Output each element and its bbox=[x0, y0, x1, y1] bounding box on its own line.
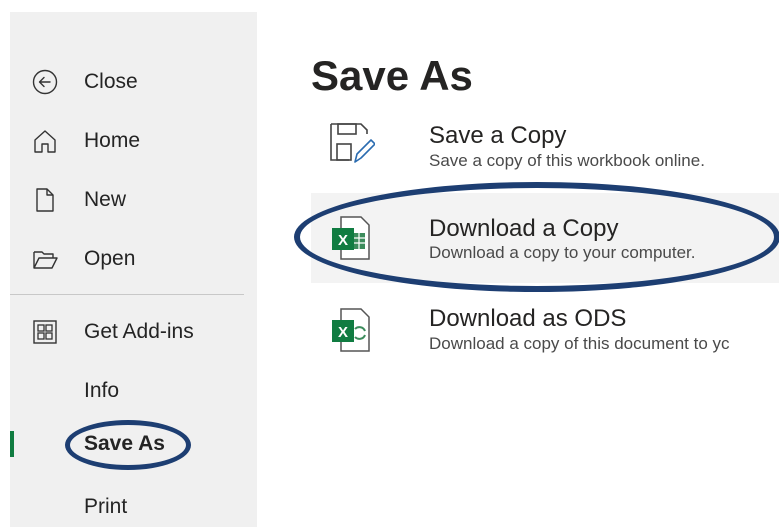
option-description: Save a copy of this workbook online. bbox=[429, 151, 705, 170]
page-title: Save As bbox=[311, 52, 473, 99]
add-ins-grid-icon bbox=[30, 317, 60, 347]
nav-item-new[interactable]: New bbox=[10, 177, 257, 223]
nav-label-close: Close bbox=[84, 70, 138, 93]
nav-item-open[interactable]: Open bbox=[10, 236, 257, 282]
new-document-icon bbox=[30, 185, 60, 215]
home-icon bbox=[30, 126, 60, 156]
nav-label-info: Info bbox=[84, 379, 120, 402]
option-title: Download as ODS bbox=[429, 305, 627, 332]
sidebar-divider bbox=[10, 294, 244, 295]
nav-item-get-add-ins[interactable]: Get Add-ins bbox=[10, 309, 257, 355]
option-title: Save a Copy bbox=[429, 122, 567, 149]
download-annotation-ellipse bbox=[294, 182, 779, 292]
excel-ods-icon: X bbox=[327, 307, 375, 355]
back-arrow-icon bbox=[30, 67, 60, 97]
nav-label-home: Home bbox=[84, 129, 141, 152]
folder-open-icon bbox=[30, 244, 60, 274]
nav-label-print: Print bbox=[84, 495, 128, 518]
option-download-as-ods[interactable]: X Download as ODS Download a copy of thi… bbox=[311, 295, 779, 385]
nav-item-print[interactable]: Print bbox=[10, 484, 257, 530]
nav-item-close[interactable]: Close bbox=[10, 59, 257, 105]
nav-label-open: Open bbox=[84, 247, 136, 270]
top-strip bbox=[0, 0, 779, 12]
backstage-sidebar: Close Home New Open Get Add-ins Info Sav… bbox=[10, 12, 257, 527]
option-description: Download a copy of this document to yc bbox=[429, 334, 730, 353]
svg-text:X: X bbox=[338, 324, 348, 341]
nav-label-new: New bbox=[84, 188, 127, 211]
save-copy-icon bbox=[327, 120, 376, 168]
nav-item-home[interactable]: Home bbox=[10, 118, 257, 164]
nav-item-info[interactable]: Info bbox=[10, 368, 257, 414]
save-as-annotation-ellipse bbox=[65, 420, 191, 470]
nav-label-get-add-ins: Get Add-ins bbox=[84, 320, 194, 343]
